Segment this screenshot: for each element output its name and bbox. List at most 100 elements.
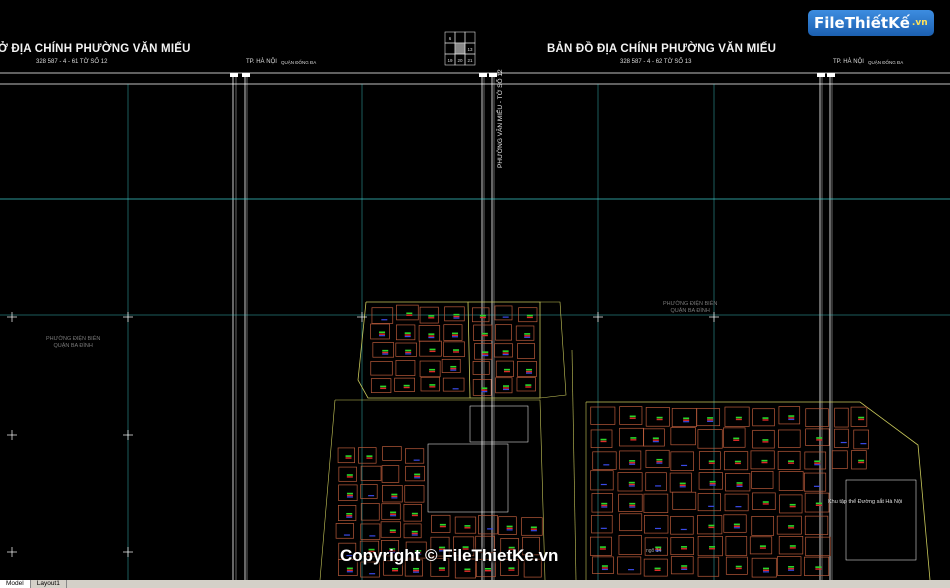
road-boundary — [319, 399, 336, 581]
tab-model[interactable]: Model — [0, 580, 31, 588]
ward-label-right: PHƯỜNG ĐIỆN BIÊN QUẬN BA ĐÌNH — [663, 301, 718, 314]
tab-layout1[interactable]: Layout1 — [31, 580, 67, 588]
parcel-marker-blue — [414, 477, 421, 479]
parcel-marker-red — [403, 386, 410, 389]
parcel-marker-red — [484, 570, 491, 572]
index-cell-label: 20 — [457, 58, 463, 63]
house-parcel — [724, 493, 749, 512]
parcel-marker-blue — [450, 369, 457, 371]
house-parcel — [382, 446, 402, 461]
house-parcel — [495, 324, 512, 341]
parcel-marker-red — [788, 417, 795, 419]
parcel-marker-red — [630, 439, 637, 441]
layout-tabs: Model Layout1 — [0, 580, 950, 588]
parcel-marker-blue — [679, 486, 686, 488]
parcel-marker-red — [736, 484, 743, 486]
house-parcel — [834, 428, 849, 448]
index-cell-label: 21 — [467, 58, 473, 63]
building-outline — [469, 405, 529, 443]
parcel-marker-blue — [788, 569, 795, 571]
parcel-marker-green — [763, 567, 770, 570]
parcel-marker-red — [858, 418, 865, 421]
parcel-marker-red — [814, 462, 821, 464]
parcel-marker-blue — [391, 497, 398, 499]
house-parcel — [360, 484, 378, 499]
parcel-marker-red — [708, 462, 715, 464]
parcel-marker-blue — [413, 459, 420, 461]
house-parcel — [381, 465, 400, 483]
parcel-marker-red — [733, 439, 740, 441]
parcel-marker-blue — [411, 534, 418, 536]
parcel-marker-green — [429, 384, 436, 386]
frame-tick-mark — [242, 73, 250, 77]
parcel-marker-red — [502, 352, 509, 354]
house-parcel — [751, 471, 774, 489]
parcel-marker-red — [788, 462, 795, 464]
parcel-marker-red — [346, 569, 353, 571]
parcel-marker-green — [525, 384, 532, 386]
parcel-block-outline — [468, 301, 541, 399]
parcel-marker-green — [762, 439, 769, 441]
parcel-marker-green — [652, 437, 659, 440]
parcel-marker-red — [763, 569, 770, 572]
parcel-marker-blue — [735, 506, 742, 508]
parcel-marker-red — [389, 531, 396, 533]
parcel-marker-green — [630, 437, 637, 439]
parcel-marker-red — [345, 457, 352, 459]
parcel-marker-green — [508, 567, 515, 569]
parcel-marker-red — [428, 335, 435, 337]
parcel-marker-green — [526, 368, 533, 371]
parcel-marker-green — [392, 567, 399, 570]
parcel-marker-blue — [628, 485, 635, 487]
parcel-marker-blue — [343, 534, 350, 536]
parcel-marker-red — [503, 387, 510, 389]
parcel-marker-blue — [487, 528, 494, 530]
parcel-marker-red — [382, 351, 389, 354]
parcel-marker-green — [815, 566, 822, 568]
parcel-marker-green — [858, 459, 865, 462]
parcel-marker-red — [451, 334, 458, 336]
house-parcel — [590, 406, 616, 425]
parcel-marker-red — [735, 567, 742, 570]
house-parcel — [372, 342, 395, 358]
frame-tick-mark — [827, 73, 835, 77]
parcel-marker-green — [683, 417, 690, 420]
parcel-marker-green — [733, 523, 740, 526]
parcel-marker-blue — [369, 535, 376, 537]
house-parcel — [472, 361, 490, 375]
parcel-marker-green — [482, 351, 489, 353]
house-parcel — [335, 523, 354, 539]
parcel-marker-green — [628, 481, 635, 484]
parcel-marker-red — [464, 570, 471, 572]
cadastral-map-canvas[interactable]: 6 19 20 13 21 — [0, 0, 950, 588]
parcel-marker-red — [629, 417, 636, 419]
parcel-marker-blue — [405, 353, 412, 355]
parcel-marker-red — [762, 503, 769, 505]
house-parcel — [645, 472, 667, 492]
parcel-marker-green — [481, 332, 488, 335]
parcel-marker-red — [681, 548, 688, 550]
parcel-marker-green — [526, 314, 533, 317]
parcel-marker-red — [656, 460, 663, 463]
parcel-marker-green — [762, 501, 769, 503]
parcel-marker-blue — [681, 568, 688, 571]
parcel-marker-blue — [601, 506, 608, 508]
parcel-marker-red — [815, 504, 822, 506]
parcel-marker-red — [414, 475, 421, 477]
parcel-marker-red — [816, 439, 823, 441]
parcel-marker-green — [439, 523, 446, 526]
parcel-marker-red — [450, 367, 457, 370]
road-boundary — [539, 301, 567, 399]
house-parcel — [804, 556, 830, 576]
parcel-marker-red — [429, 350, 436, 353]
parcel-marker-green — [708, 460, 715, 463]
parcel-marker-red — [390, 513, 397, 515]
land-parcels — [319, 301, 931, 581]
parcel-marker-green — [346, 492, 353, 495]
right-sheet-code: 328 587 - 4 - 62 TỜ SỐ 13 — [620, 59, 692, 65]
parcel-marker-red — [481, 334, 488, 337]
parcel-marker-blue — [482, 354, 489, 357]
parcel-marker-blue — [368, 495, 375, 497]
parcel-marker-red — [601, 504, 608, 507]
parcel-marker-green — [788, 566, 795, 568]
